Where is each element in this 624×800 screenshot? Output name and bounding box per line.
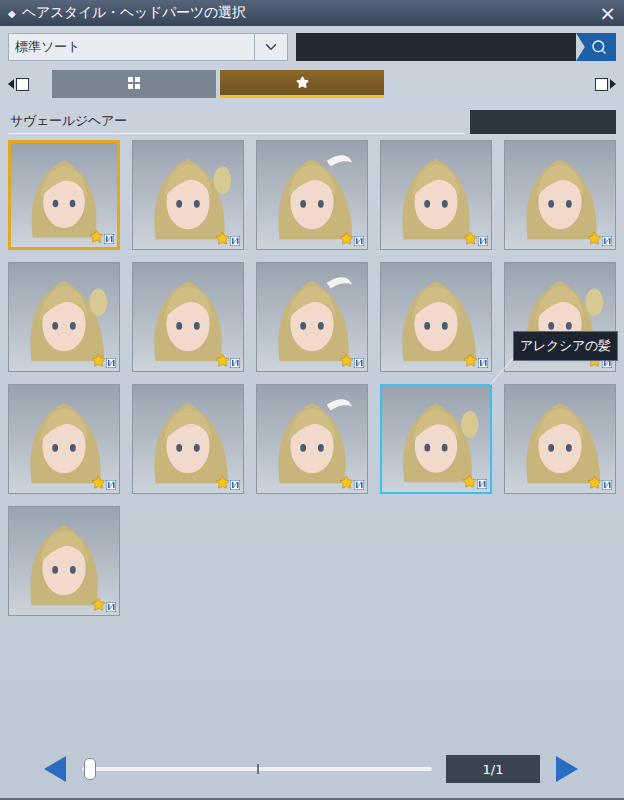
tab[interactable]	[220, 70, 384, 98]
next-tab-key-icon[interactable]	[576, 78, 616, 91]
favorite-star-icon	[463, 353, 478, 368]
hair-item[interactable]	[504, 384, 616, 494]
pagination: 1/1	[0, 754, 624, 798]
new-badge-icon	[602, 480, 612, 490]
page-indicator: 1/1	[446, 755, 540, 783]
new-badge-icon	[354, 480, 364, 490]
hair-item[interactable]	[504, 140, 616, 250]
new-badge-icon	[106, 480, 116, 490]
favorite-star-icon	[89, 229, 104, 244]
hair-preview-icon	[381, 141, 491, 249]
hair-preview-icon	[9, 263, 119, 371]
favorite-star-icon	[215, 231, 230, 246]
search-input[interactable]	[296, 33, 576, 61]
hair-item[interactable]	[256, 262, 368, 372]
new-badge-icon	[230, 236, 240, 246]
item-tooltip: アレクシアの髪	[513, 331, 618, 361]
hair-item[interactable]	[380, 384, 492, 494]
title-bar: ◆ ヘアスタイル・ヘッドパーツの選択 ×	[0, 0, 624, 26]
hair-preview-icon	[9, 507, 119, 615]
new-badge-icon	[354, 358, 364, 368]
new-badge-icon	[478, 358, 488, 368]
hair-preview-icon	[9, 385, 119, 493]
prev-tab-key-icon[interactable]	[8, 78, 48, 91]
favorite-star-icon	[339, 231, 354, 246]
tab[interactable]	[52, 70, 216, 98]
sort-label: 標準ソート	[9, 34, 254, 60]
hair-preview-icon	[133, 141, 243, 249]
item-grid	[8, 140, 616, 616]
hair-select-window: ◆ ヘアスタイル・ヘッドパーツの選択 × 標準ソートサヴェールジヘアーアレクシアの髪 1…	[0, 0, 624, 800]
hair-preview-icon	[382, 386, 490, 492]
hair-item[interactable]	[8, 262, 120, 372]
new-badge-icon	[354, 236, 364, 246]
new-badge-icon	[106, 358, 116, 368]
category-label: サヴェールジヘアー	[8, 110, 464, 134]
hair-item[interactable]	[380, 262, 492, 372]
hair-item[interactable]	[132, 140, 244, 250]
hair-preview-icon	[133, 263, 243, 371]
category-box	[470, 110, 616, 134]
search-box	[296, 33, 616, 61]
new-badge-icon	[230, 358, 240, 368]
right-arrow-icon[interactable]	[554, 754, 580, 784]
toolbar: 標準ソート	[0, 26, 624, 61]
tooltip-connector-icon	[488, 357, 518, 387]
hair-preview-icon	[257, 263, 367, 371]
search-icon	[591, 39, 607, 55]
new-badge-icon	[478, 236, 488, 246]
hair-preview-icon	[257, 141, 367, 249]
hair-item[interactable]	[256, 140, 368, 250]
favorite-star-icon	[215, 475, 230, 490]
sort-dropdown[interactable]: 標準ソート	[8, 33, 288, 61]
grid-icon	[128, 77, 140, 89]
hair-preview-icon	[257, 385, 367, 493]
page-slider[interactable]	[82, 767, 432, 771]
star-icon	[296, 76, 309, 89]
window-title: ヘアスタイル・ヘッドパーツの選択	[22, 4, 594, 22]
close-button[interactable]: ×	[599, 3, 616, 23]
favorite-star-icon	[91, 475, 106, 490]
new-badge-icon	[106, 602, 116, 612]
hair-item[interactable]	[8, 506, 120, 616]
hair-item[interactable]	[256, 384, 368, 494]
item-grid-area: アレクシアの髪	[0, 140, 624, 616]
hair-item[interactable]	[8, 384, 120, 494]
chevron-down-icon	[262, 38, 280, 56]
favorite-star-icon	[91, 353, 106, 368]
hair-preview-icon	[505, 385, 615, 493]
favorite-star-icon	[587, 231, 602, 246]
favorite-star-icon	[91, 597, 106, 612]
hair-preview-icon	[133, 385, 243, 493]
category-row: サヴェールジヘアー	[0, 98, 624, 140]
favorite-star-icon	[587, 475, 602, 490]
tab-row	[0, 61, 624, 98]
hair-preview-icon	[11, 143, 117, 247]
hair-item[interactable]	[380, 140, 492, 250]
favorite-star-icon	[462, 474, 477, 489]
slider-knob[interactable]	[84, 758, 96, 780]
favorite-star-icon	[339, 475, 354, 490]
hair-item[interactable]	[132, 262, 244, 372]
new-badge-icon	[230, 480, 240, 490]
favorite-star-icon	[463, 231, 478, 246]
new-badge-icon	[602, 236, 612, 246]
favorite-star-icon	[215, 353, 230, 368]
hair-preview-icon	[381, 263, 491, 371]
left-arrow-icon[interactable]	[42, 754, 68, 784]
title-diamond-icon: ◆	[8, 8, 16, 19]
hair-preview-icon	[505, 141, 615, 249]
dropdown-button[interactable]	[254, 34, 287, 60]
hair-item[interactable]	[8, 140, 120, 250]
favorite-star-icon	[339, 353, 354, 368]
new-badge-icon	[104, 234, 114, 244]
hair-item[interactable]	[132, 384, 244, 494]
new-badge-icon	[477, 479, 487, 489]
search-button[interactable]	[576, 33, 616, 61]
